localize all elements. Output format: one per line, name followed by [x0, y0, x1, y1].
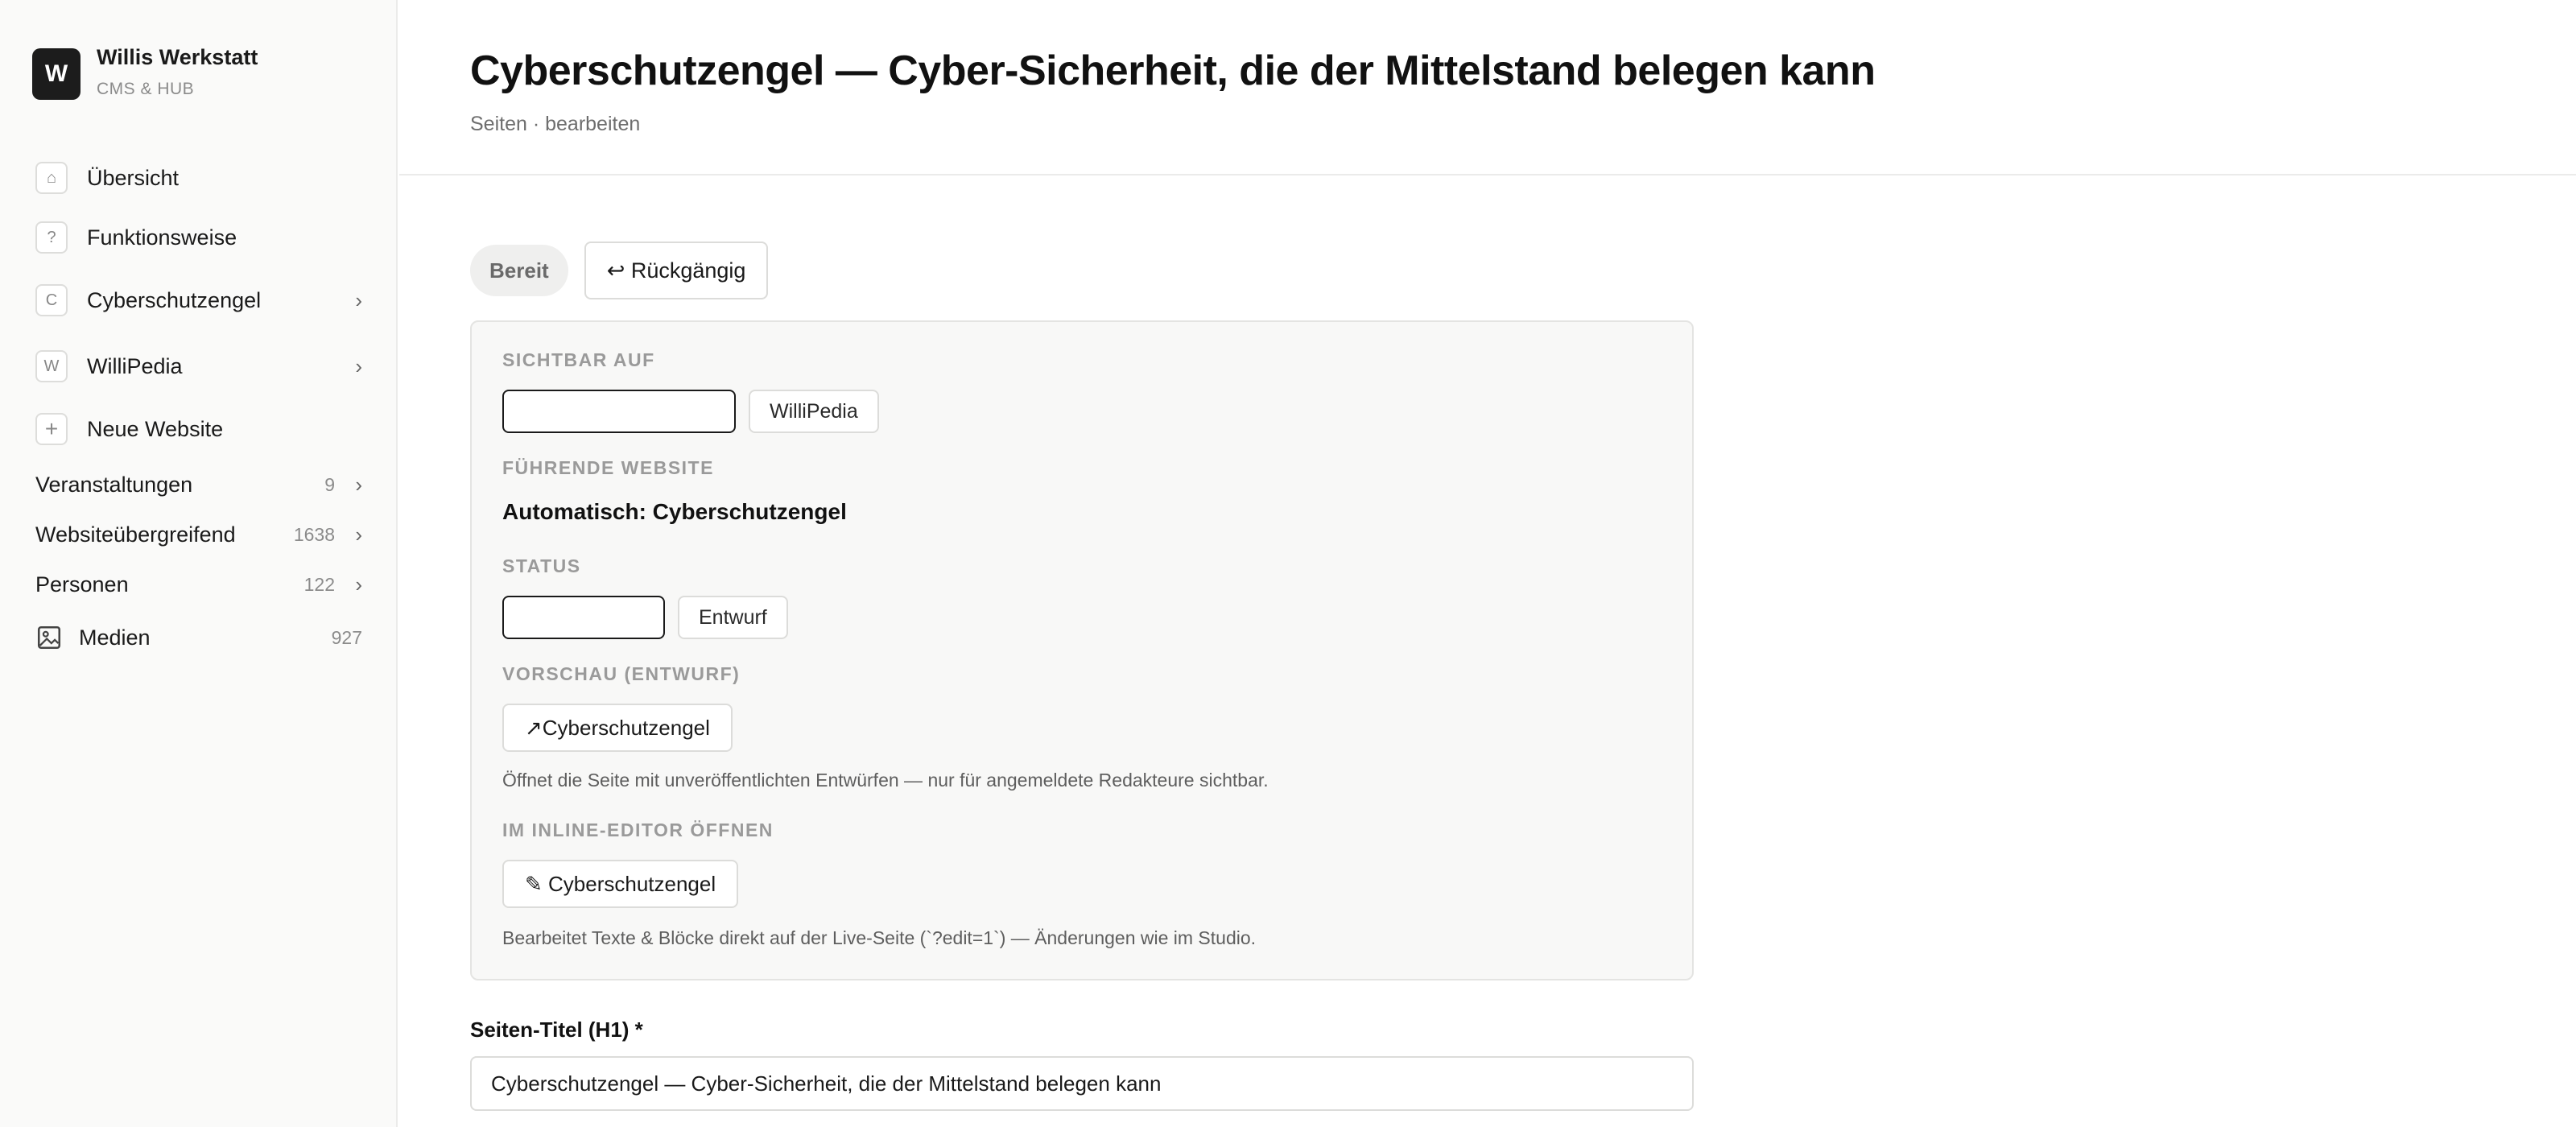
- sidebar-item-cross-site[interactable]: Websiteübergreifend 1638 ›: [35, 518, 362, 551]
- preview-label: Vorschau (Entwurf): [502, 663, 741, 684]
- chevron-right-icon[interactable]: ›: [349, 288, 362, 313]
- sidebar-item-willipedia[interactable]: W WilliPedia ›: [35, 349, 362, 383]
- preview-help-text: Öffnet die Seite mit unveröffentlichten …: [502, 770, 1269, 791]
- sidebar-item-new-website[interactable]: + Neue Website: [35, 412, 362, 446]
- leading-site-value: Automatisch: Cyberschutzengel: [502, 499, 847, 524]
- plus-icon: +: [35, 413, 68, 445]
- sidebar: W Willis Werkstatt CMS & HUB ⌂ Übersicht…: [0, 0, 398, 1127]
- home-icon: ⌂: [35, 162, 68, 194]
- chevron-right-icon[interactable]: ›: [349, 522, 362, 547]
- inline-editor-label: Im Inline-Editor öffnen: [502, 819, 774, 840]
- save-status-badge: Bereit: [470, 245, 568, 296]
- site-letter-icon: W: [35, 350, 68, 382]
- page-header: Cyberschutzengel — Cyber-Sicherheit, die…: [399, 0, 2576, 175]
- brand-name: Willis Werkstatt: [97, 45, 258, 69]
- sidebar-item-label: Cyberschutzengel: [87, 287, 262, 312]
- help-icon: ?: [35, 221, 68, 254]
- status-label: Status: [502, 555, 581, 576]
- sidebar-item-label: Funktionsweise: [87, 225, 237, 250]
- brand-subtitle: CMS & HUB: [97, 80, 195, 98]
- visible-on-label: Sichtbar auf: [502, 349, 655, 370]
- inline-editor-help-text: Bearbeitet Texte & Blöcke direkt auf der…: [502, 927, 1257, 948]
- visible-on-site-toggle[interactable]: [502, 390, 736, 433]
- item-count: 1638: [293, 523, 335, 545]
- page-title-field-label: Seiten-Titel (H1) *: [470, 1018, 643, 1042]
- undo-button[interactable]: ↩ Rückgängig: [584, 242, 769, 299]
- page-title: Cyberschutzengel — Cyber-Sicherheit, die…: [470, 47, 1876, 94]
- sidebar-item-people[interactable]: Personen 122 ›: [35, 568, 362, 601]
- preview-link-button[interactable]: ↗Cyberschutzengel: [502, 704, 733, 752]
- chevron-right-icon[interactable]: ›: [349, 473, 362, 497]
- status-published-toggle[interactable]: [502, 596, 665, 639]
- leading-site-label: Führende Website: [502, 457, 714, 478]
- sidebar-item-label: Übersicht: [87, 165, 180, 190]
- breadcrumb[interactable]: Seiten · bearbeiten: [470, 113, 640, 136]
- chevron-right-icon[interactable]: ›: [349, 572, 362, 597]
- page-settings-panel: Sichtbar auf WilliPedia Führende Website…: [470, 320, 1694, 980]
- sidebar-item-media[interactable]: Medien 927: [35, 621, 362, 654]
- sidebar-item-label: Personen: [35, 572, 129, 597]
- inline-editor-button[interactable]: ✎ Cyberschutzengel: [502, 860, 739, 908]
- status-draft-toggle[interactable]: Entwurf: [678, 596, 788, 639]
- image-icon: [37, 625, 61, 650]
- sidebar-item-how-it-works[interactable]: ? Funktionsweise: [35, 221, 362, 254]
- brand[interactable]: W Willis Werkstatt CMS & HUB: [32, 45, 258, 100]
- sidebar-item-label: Veranstaltungen: [35, 472, 193, 497]
- sidebar-item-label: WilliPedia: [87, 353, 183, 378]
- page-title-input[interactable]: [470, 1056, 1694, 1111]
- brand-logo: W: [32, 48, 80, 100]
- site-letter-icon: C: [35, 284, 68, 316]
- sidebar-item-overview[interactable]: ⌂ Übersicht: [35, 161, 362, 195]
- sidebar-item-events[interactable]: Veranstaltungen 9 ›: [35, 469, 362, 501]
- editor-toolbar: Bereit ↩ Rückgängig: [470, 242, 769, 299]
- sidebar-item-label: Medien: [79, 625, 151, 650]
- chevron-right-icon[interactable]: ›: [349, 354, 362, 379]
- item-count: 927: [331, 626, 362, 648]
- sidebar-item-cyberschutzengel[interactable]: C Cyberschutzengel ›: [35, 283, 362, 317]
- visible-on-willipedia-toggle[interactable]: WilliPedia: [749, 390, 879, 433]
- item-count: 122: [303, 573, 335, 595]
- sidebar-item-label: Websiteübergreifend: [35, 522, 236, 547]
- item-count: 9: [324, 473, 335, 495]
- sidebar-item-label: Neue Website: [87, 416, 224, 441]
